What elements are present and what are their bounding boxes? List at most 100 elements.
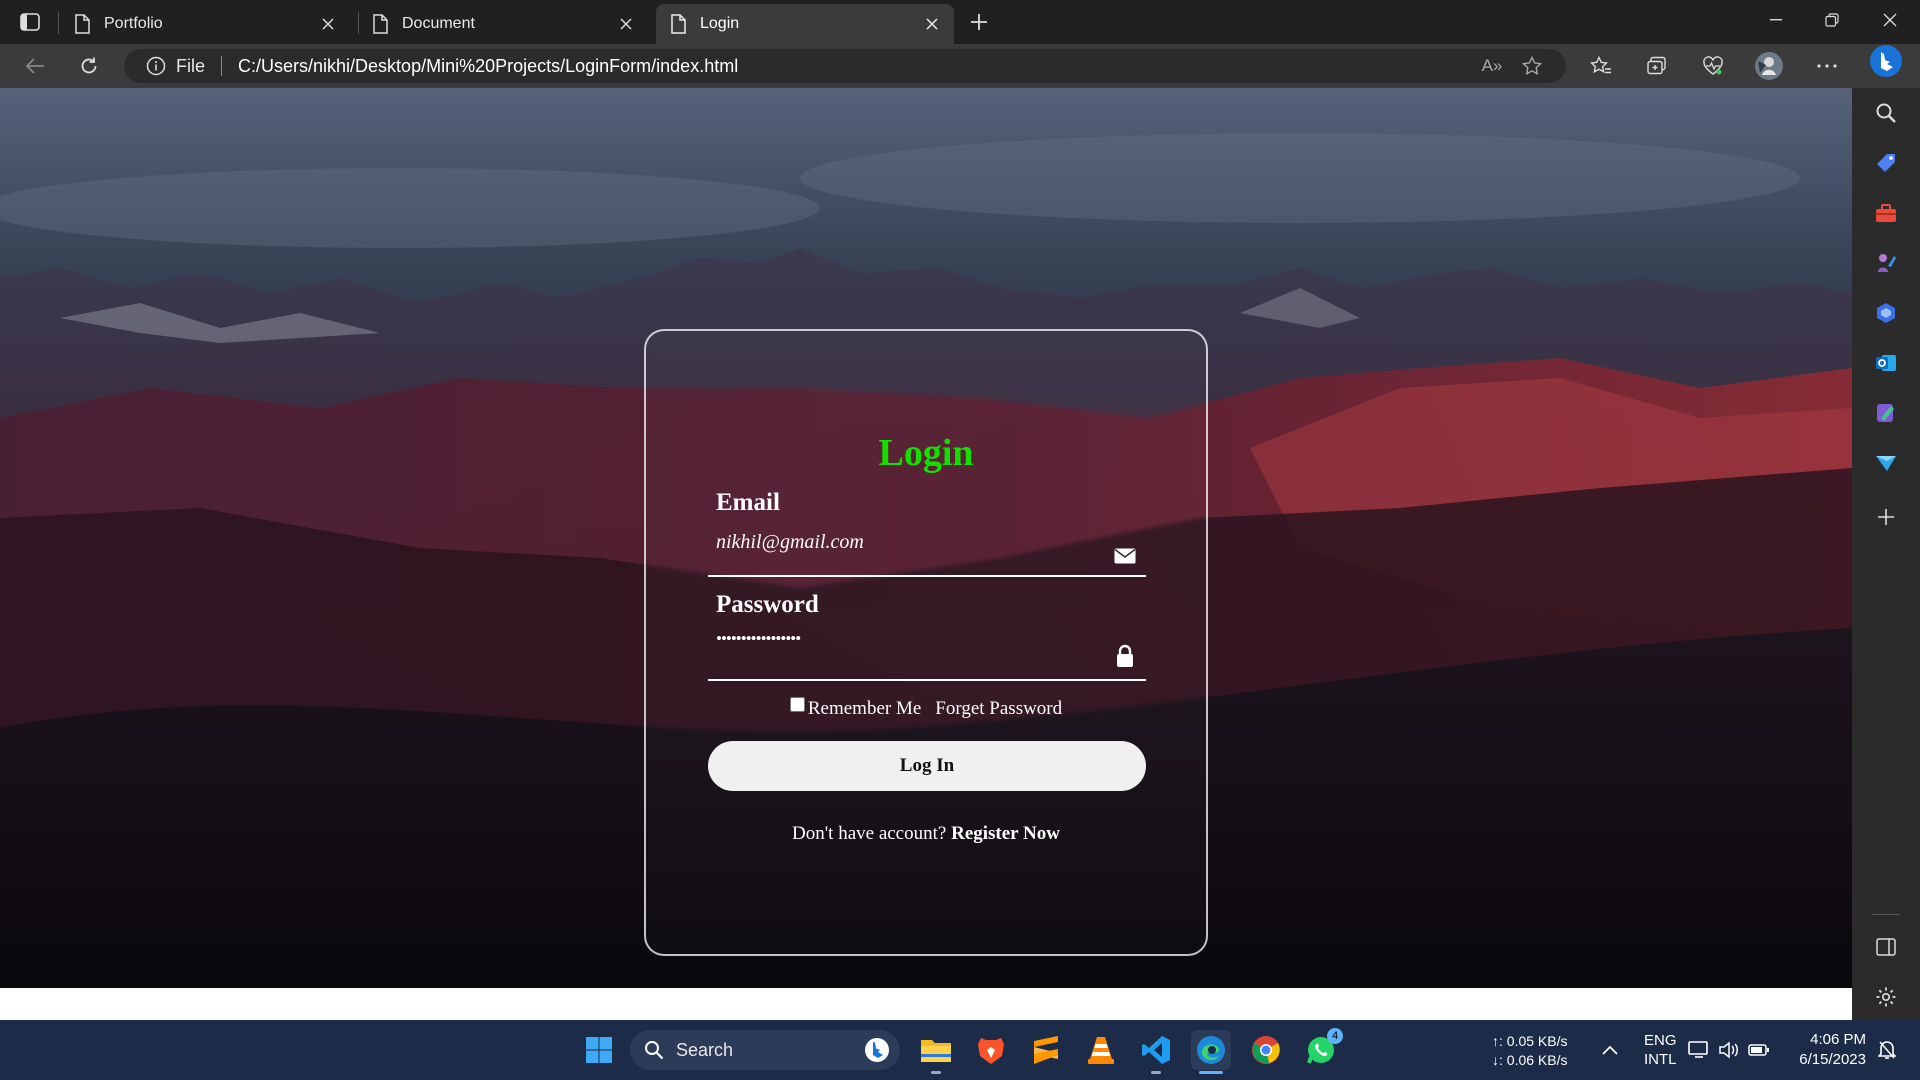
restore-button[interactable] [1804, 0, 1860, 40]
quick-settings-button[interactable] [1684, 1030, 1774, 1070]
close-tab-icon[interactable] [616, 14, 636, 34]
password-input[interactable]: ••••••••••••••••• [716, 629, 801, 649]
refresh-button[interactable] [72, 50, 106, 82]
chess-piece-icon [1878, 254, 1896, 272]
show-hidden-icons-button[interactable] [1590, 1030, 1630, 1070]
more-options-button[interactable] [1810, 50, 1844, 82]
sidebar-tools-button[interactable] [1869, 196, 1903, 230]
taskbar-vscode[interactable] [1136, 1030, 1176, 1070]
paper-plane-icon [1876, 456, 1896, 471]
login-button[interactable]: Log In [708, 741, 1146, 791]
chrome-icon [1252, 1036, 1280, 1064]
active-app-indicator [1199, 1071, 1223, 1074]
register-row: Don't have account? Register Now [646, 823, 1206, 845]
close-tab-icon[interactable] [922, 14, 942, 34]
taskbar-vlc[interactable] [1081, 1030, 1121, 1070]
page-icon [671, 14, 686, 34]
minimize-icon [1770, 19, 1782, 21]
sidebar-outlook-button[interactable] [1869, 346, 1903, 380]
tab-login[interactable]: Login [656, 4, 954, 44]
register-now-link[interactable]: Register Now [951, 823, 1060, 844]
sidebar-settings-button[interactable] [1869, 980, 1903, 1014]
sublime-icon [1034, 1036, 1058, 1064]
divider [221, 56, 223, 76]
tab-actions-button[interactable] [14, 8, 46, 36]
browser-toolbar: File C:/Users/nikhi/Desktop/Mini%20Proje… [0, 44, 1920, 88]
page-viewport: Login Email nikhil@gmail.com Password ••… [0, 88, 1852, 988]
vscode-icon [1142, 1036, 1170, 1064]
bing-icon [1870, 45, 1902, 77]
speaker-icon [1719, 1041, 1738, 1059]
toolbox-icon [1876, 204, 1896, 222]
office-icon [1877, 303, 1895, 323]
read-aloud-button[interactable]: A» [1472, 51, 1512, 81]
sidebar-designer-button[interactable] [1869, 396, 1903, 430]
taskbar-file-explorer[interactable] [916, 1030, 956, 1070]
tab-portfolio[interactable]: Portfolio [60, 4, 350, 44]
remember-me-label[interactable]: Remember Me [808, 698, 921, 719]
collections-button[interactable] [1640, 50, 1674, 82]
lock-icon [1112, 643, 1138, 669]
sidebar-shopping-button[interactable] [1869, 146, 1903, 180]
vlc-cone-icon [1088, 1037, 1114, 1064]
page-bottom-strip [0, 988, 1852, 1020]
tab-title: Login [700, 15, 740, 32]
password-label: Password [716, 591, 819, 618]
close-tab-icon[interactable] [318, 14, 338, 34]
language-primary[interactable]: ENG [1644, 1032, 1677, 1050]
sidebar-games-button[interactable] [1869, 246, 1903, 280]
back-button[interactable] [18, 50, 52, 82]
profile-button[interactable] [1752, 50, 1786, 82]
favorites-button[interactable] [1584, 50, 1618, 82]
network-download-speed: ↓: 0.06 KB/s [1492, 1052, 1568, 1068]
minimize-button[interactable] [1748, 0, 1804, 40]
edge-icon [1197, 1036, 1225, 1064]
taskbar-whatsapp[interactable]: 4 [1301, 1028, 1343, 1070]
sidebar-search-button[interactable] [1869, 96, 1903, 130]
hide-sidebar-button[interactable] [1869, 930, 1903, 964]
close-icon [1883, 13, 1897, 27]
address-bar[interactable]: File C:/Users/nikhi/Desktop/Mini%20Proje… [124, 49, 1566, 83]
taskbar-sublime-text[interactable] [1026, 1030, 1066, 1070]
remember-me-checkbox[interactable] [789, 697, 805, 712]
page-icon [373, 14, 388, 34]
tab-actions-icon [20, 13, 40, 31]
language-secondary[interactable]: INTL [1644, 1051, 1677, 1069]
info-icon[interactable] [146, 56, 166, 76]
taskbar-chrome[interactable] [1246, 1030, 1286, 1070]
close-window-button[interactable] [1862, 0, 1918, 40]
url-text[interactable]: C:/Users/nikhi/Desktop/Mini%20Projects/L… [238, 56, 1472, 77]
heart-pulse-icon [1703, 56, 1723, 75]
remember-row: Remember Me Forget Password [646, 697, 1206, 720]
email-input[interactable]: nikhil@gmail.com [716, 531, 864, 554]
tab-document[interactable]: Document [358, 4, 648, 44]
taskbar-edge[interactable] [1191, 1030, 1231, 1070]
taskbar-search-box[interactable]: Search [630, 1030, 900, 1070]
forget-password-link[interactable]: Forget Password [935, 698, 1062, 719]
sidebar-office-button[interactable] [1869, 296, 1903, 330]
bing-icon [865, 1038, 889, 1062]
sidebar-divider [1872, 914, 1900, 915]
sidebar-send-button[interactable] [1869, 446, 1903, 480]
sidebar-add-button[interactable] [1869, 500, 1903, 534]
tab-title: Portfolio [104, 15, 163, 32]
running-indicator [931, 1071, 941, 1074]
favorite-star-button[interactable] [1512, 51, 1552, 81]
favorites-icon [1590, 56, 1611, 74]
browser-essentials-button[interactable] [1696, 50, 1730, 82]
taskbar-brave[interactable] [971, 1030, 1011, 1070]
clock-date[interactable]: 6/15/2023 [1786, 1051, 1866, 1069]
password-field[interactable]: Password ••••••••••••••••• [708, 591, 1146, 681]
notifications-button[interactable] [1872, 1030, 1902, 1070]
search-icon [645, 1041, 664, 1060]
login-card: Login Email nikhil@gmail.com Password ••… [644, 329, 1208, 956]
start-button[interactable] [579, 1030, 619, 1070]
bing-copilot-button[interactable] [1869, 44, 1903, 78]
new-tab-button[interactable] [964, 8, 994, 36]
email-field[interactable]: Email nikhil@gmail.com [708, 489, 1146, 579]
outlook-icon [1876, 355, 1896, 371]
restore-icon [1825, 13, 1839, 27]
designer-icon [1877, 404, 1894, 422]
login-title: Login [878, 432, 974, 474]
clock-time[interactable]: 4:06 PM [1796, 1031, 1866, 1049]
